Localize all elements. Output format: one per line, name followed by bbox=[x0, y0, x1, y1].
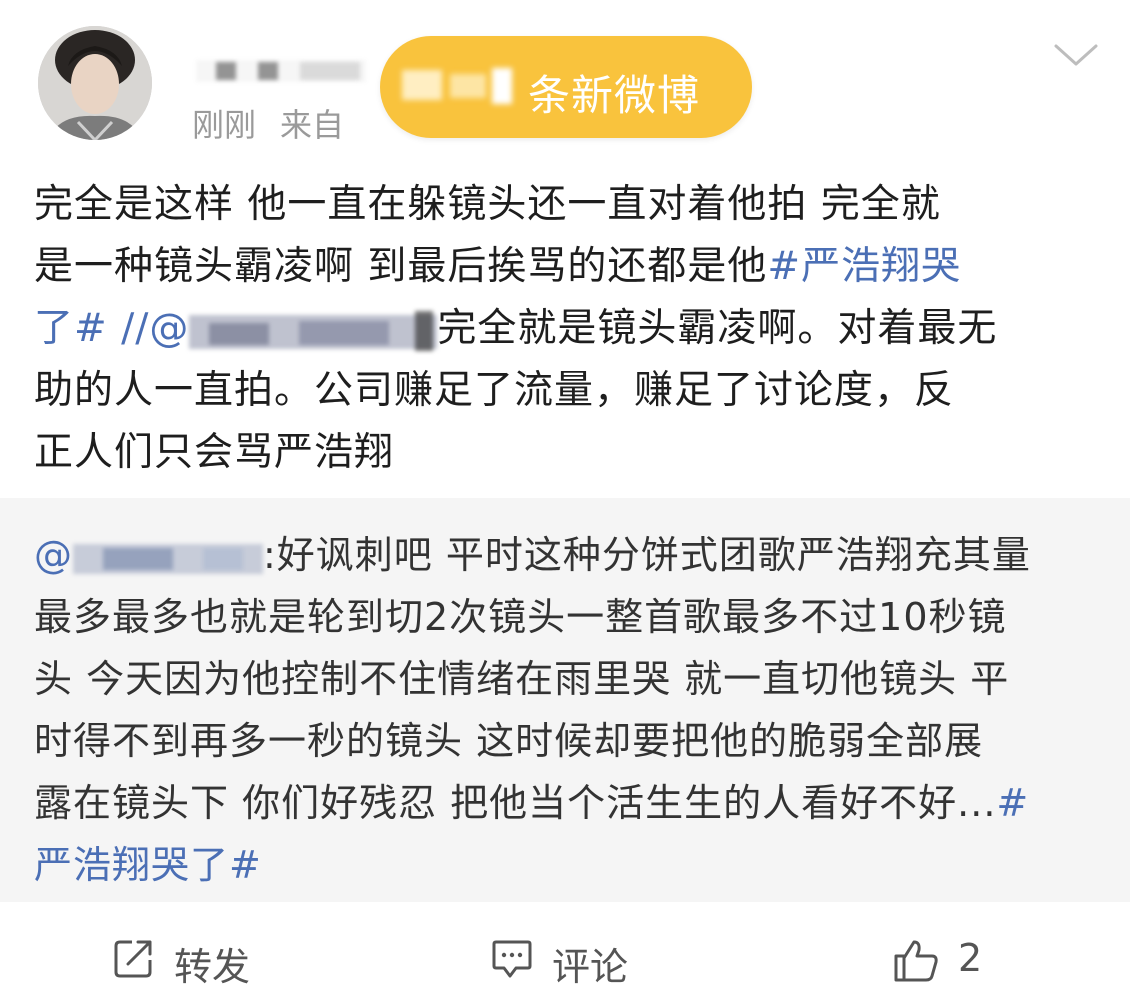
hashtag-link[interactable]: 了# bbox=[34, 306, 108, 351]
retweet-content: @ :好讽刺吧 平时这种分饼式团歌严浩翔充其量 最多最多也就是轮到切2次镜头一整首… bbox=[34, 524, 1104, 896]
post-content-line: 正人们只会骂严浩翔 bbox=[34, 430, 395, 475]
new-posts-label: 条新微博 bbox=[528, 71, 701, 120]
retweet-text: 露在镜头下 你们好残忍 把他当个活生生的人看好不好... bbox=[34, 781, 997, 825]
retweet-author-redacted[interactable] bbox=[73, 532, 263, 584]
post-time: 刚刚 bbox=[192, 106, 257, 144]
post-content-line: 助的人一直拍。公司赚足了流量，赚足了讨论度，反 bbox=[34, 368, 955, 413]
comment-icon bbox=[492, 940, 532, 978]
retweet-line: 严浩翔哭了# bbox=[34, 834, 1104, 896]
post-meta: 刚刚 来自 bbox=[192, 100, 368, 146]
post-content-text: 完全就是镜头霸凌啊。对着最无 bbox=[437, 306, 998, 351]
like-count: 2 bbox=[958, 936, 983, 980]
retweet-text: :好讽刺吧 平时这种分饼式团歌严浩翔充其量 bbox=[263, 533, 1031, 577]
mention-link[interactable]: //@ bbox=[108, 306, 190, 351]
retweet-line: 露在镜头下 你们好残忍 把他当个活生生的人看好不好...# bbox=[34, 772, 1104, 834]
retweet-author-mention[interactable]: @ bbox=[34, 533, 73, 577]
retweet-line: 时得不到再多一秒的镜头 这时候却要把他的脆弱全部展 bbox=[34, 719, 984, 763]
post-content: 完全是这样 他一直在躲镜头还一直对着他拍 完全就 是一种镜头霸凌啊 到最后挨骂的… bbox=[34, 174, 1104, 484]
weibo-post: 刚刚 来自 条新微博 完全是这样 他一直在躲镜头还一直对着他拍 完全就 是一种镜头… bbox=[0, 0, 1130, 989]
new-posts-count-redacted bbox=[402, 64, 512, 110]
retweet-line: 最多最多也就是轮到切2次镜头一整首歌最多不过10秒镜 bbox=[34, 595, 1007, 639]
action-bar: 转发 评论 2 bbox=[0, 918, 1130, 989]
chevron-down-icon[interactable] bbox=[1052, 40, 1100, 70]
mention-username-redacted[interactable] bbox=[189, 305, 438, 357]
retweet-box[interactable]: @ :好讽刺吧 平时这种分饼式团歌严浩翔充其量 最多最多也就是轮到切2次镜头一整首… bbox=[0, 498, 1130, 902]
retweet-line: 头 今天因为他控制不住情绪在雨里哭 就一直切他镜头 平 bbox=[34, 657, 1010, 701]
new-posts-banner[interactable]: 条新微博 bbox=[380, 36, 752, 138]
hashtag-link[interactable]: # bbox=[996, 781, 1029, 825]
retweet-line: @ :好讽刺吧 平时这种分饼式团歌严浩翔充其量 bbox=[34, 524, 1104, 586]
avatar[interactable] bbox=[38, 26, 152, 140]
hashtag-link[interactable]: #严浩翔哭 bbox=[767, 244, 961, 289]
share-icon bbox=[114, 940, 152, 978]
post-content-line: 是一种镜头霸凌啊 到最后挨骂的还都是他#严浩翔哭 bbox=[34, 236, 1104, 298]
hashtag-link[interactable]: 严浩翔哭了# bbox=[34, 843, 262, 887]
comment-label: 评论 bbox=[552, 945, 629, 989]
post-source[interactable]: 来自 bbox=[280, 106, 344, 144]
post-content-line: 完全是这样 他一直在躲镜头还一直对着他拍 完全就 bbox=[34, 182, 941, 227]
username-redacted[interactable] bbox=[196, 50, 366, 90]
post-content-line: 了# //@ 完全就是镜头霸凌啊。对着最无 bbox=[34, 298, 1104, 360]
repost-label: 转发 bbox=[174, 945, 251, 989]
post-content-text: 是一种镜头霸凌啊 到最后挨骂的还都是他 bbox=[34, 244, 768, 289]
